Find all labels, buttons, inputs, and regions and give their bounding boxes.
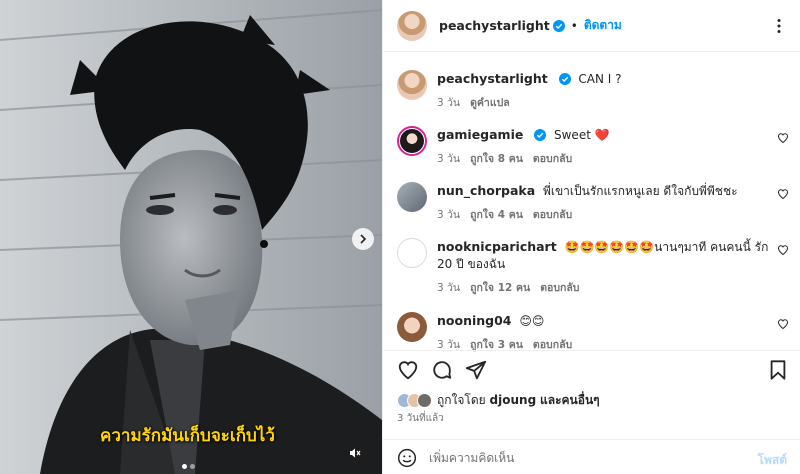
comment-likes[interactable]: ถูกใจ 8 คน xyxy=(470,150,523,167)
reply-button[interactable]: ตอบกลับ xyxy=(533,150,572,167)
post-caption: peachystarlight CAN I ? 3 วัน ดูคำแปล xyxy=(397,70,789,111)
reply-button[interactable]: ตอบกลับ xyxy=(540,279,579,296)
save-icon[interactable] xyxy=(767,359,789,381)
comment-text: พี่เขาเป็นรักแรกหนูเลย ดีใจกับพี่พีชชะ xyxy=(542,184,738,198)
heart-icon[interactable] xyxy=(777,244,789,256)
chevron-right-icon xyxy=(360,234,367,244)
more-icon[interactable] xyxy=(771,18,787,34)
mute-button[interactable] xyxy=(344,442,366,464)
caption-username[interactable]: peachystarlight xyxy=(437,71,548,86)
comment-item: nooning04 😊😊 3 วัน ถูกใจ 3 คน ตอบกลับ xyxy=(397,312,789,353)
post-photo xyxy=(0,0,382,474)
emoji-icon[interactable] xyxy=(397,448,417,468)
verified-icon xyxy=(558,73,571,85)
heart-icon[interactable] xyxy=(777,188,789,200)
translate-link[interactable]: ดูคำแปล xyxy=(470,94,510,111)
comment-likes[interactable]: ถูกใจ 4 คน xyxy=(470,206,523,223)
likes-user[interactable]: djoung xyxy=(490,393,537,407)
comment-username[interactable]: nun_chorpaka xyxy=(437,183,535,198)
caption-author-avatar[interactable] xyxy=(397,70,427,100)
liker-avatar xyxy=(417,393,432,408)
comment-time: 3 วัน xyxy=(437,209,461,221)
mute-icon xyxy=(350,448,361,458)
action-bar xyxy=(397,359,789,385)
header-separator: • xyxy=(570,18,578,33)
commenter-avatar[interactable] xyxy=(397,238,427,268)
comment-input[interactable] xyxy=(429,447,729,469)
verified-icon xyxy=(552,19,565,32)
post-comment-button[interactable]: โพสต์ xyxy=(758,451,787,470)
comment-item: nooknicparichart 🤩🤩🤩🤩🤩🤩นานๆมาที คนคนนี้ … xyxy=(397,238,789,296)
comment-time: 3 วัน xyxy=(437,282,461,294)
comment-icon[interactable] xyxy=(431,359,453,381)
next-media-button[interactable] xyxy=(352,228,374,250)
comment-text: Sweet ❤️ xyxy=(554,128,610,142)
comment-username[interactable]: nooknicparichart xyxy=(437,239,557,254)
likes-suffix[interactable]: และคนอื่นๆ xyxy=(540,393,600,407)
verified-icon xyxy=(534,129,547,141)
author-username[interactable]: peachystarlight xyxy=(439,18,550,33)
video-overlay-caption: ความรักมันเก็บจะเก็บไว้ xyxy=(100,426,275,446)
comment-item: gamiegamie Sweet ❤️ 3 วัน ถูกใจ 8 คน ตอบ… xyxy=(397,126,789,167)
comment-username[interactable]: gamiegamie xyxy=(437,127,523,142)
reply-button[interactable]: ตอบกลับ xyxy=(533,206,572,223)
commenter-avatar[interactable] xyxy=(397,312,427,342)
post-side-panel: peachystarlight • ติดตาม peachystarlight xyxy=(382,0,800,474)
heart-icon[interactable] xyxy=(777,318,789,330)
comment-item: nun_chorpaka พี่เขาเป็นรักแรกหนูเลย ดีใจ… xyxy=(397,182,789,223)
author-avatar[interactable] xyxy=(397,10,427,41)
commenter-avatar[interactable] xyxy=(397,182,427,212)
heart-icon[interactable] xyxy=(397,359,419,381)
heart-icon[interactable] xyxy=(777,132,789,144)
comment-likes[interactable]: ถูกใจ 12 คน xyxy=(470,279,530,296)
follow-button[interactable]: ติดตาม xyxy=(584,16,622,35)
comment-time: 3 วัน xyxy=(437,153,461,165)
commenter-avatar[interactable] xyxy=(397,126,427,156)
carousel-indicator xyxy=(182,464,195,469)
likes-summary: ถูกใจโดย djoung และคนอื่นๆ xyxy=(397,391,600,410)
carousel-dot xyxy=(190,464,195,469)
caption-text: CAN I ? xyxy=(578,72,622,86)
caption-time: 3 วัน xyxy=(437,97,461,109)
likes-prefix: ถูกใจโดย xyxy=(437,393,486,407)
post-actions: ถูกใจโดย djoung และคนอื่นๆ 3 วันที่แล้ว … xyxy=(383,350,800,474)
comment-text: 😊😊 xyxy=(519,314,545,328)
post-timestamp: 3 วันที่แล้ว xyxy=(397,413,444,424)
comment-username[interactable]: nooning04 xyxy=(437,313,512,328)
share-icon[interactable] xyxy=(465,359,487,381)
add-comment-bar: โพสต์ xyxy=(383,439,800,474)
post-header: peachystarlight • ติดตาม xyxy=(383,0,800,52)
carousel-dot-active xyxy=(182,464,187,469)
post-media[interactable]: ความรักมันเก็บจะเก็บไว้ xyxy=(0,0,382,474)
